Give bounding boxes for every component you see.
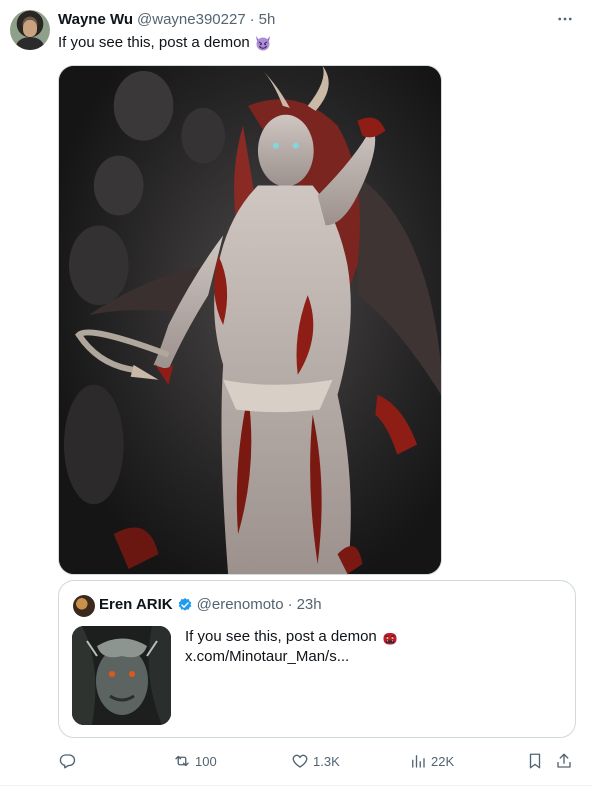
views-button[interactable]: 22K [409,748,454,774]
tweet-media-image[interactable] [58,65,442,575]
retweet-icon [175,755,189,767]
tweet-actions-bar: 100 1.3K 22K [58,748,580,774]
author-handle[interactable]: @wayne390227 [137,11,246,28]
author-name[interactable]: Wayne Wu [58,11,133,28]
quote-author-handle: @erenomoto [196,596,284,613]
avatar-face [23,20,37,37]
quote-time: 23h [296,596,322,613]
tweet-time[interactable]: 5h [259,11,276,28]
quote-text-line-1: If you see this, post a demon [185,627,399,647]
quote-author-name: Eren ARIK [99,596,173,613]
ogre-emoji-icon [383,631,397,645]
share-upload-icon [557,753,571,768]
quote-separator-dot: · [287,596,293,613]
avatar-body [16,37,44,50]
dark-creature-thumbnail-icon [72,626,171,725]
heart-icon [292,754,308,768]
like-count: 1.3K [313,753,340,769]
tweet-text: If you see this, post a demon [58,33,272,53]
separator-dot: · [249,11,255,28]
quoted-tweet[interactable]: Eren ARIK @erenomoto · 23h If you see th… [58,580,576,738]
retweet-count: 100 [195,753,217,769]
tweet-header: Wayne Wu @wayne390227 · 5h [58,11,275,29]
quote-link-text: x.com/Minotaur_Man/s... [185,648,350,665]
tweet-text-content: If you see this, post a demon [58,34,250,51]
smiling-devil-emoji-icon [255,36,270,51]
quote-author-avatar [73,595,95,617]
author-avatar[interactable] [10,10,50,50]
bookmark-button[interactable] [526,748,544,774]
retweet-button[interactable]: 100 [173,748,217,774]
views-chart-icon [412,755,425,768]
verified-badge-icon [178,597,191,611]
like-button[interactable]: 1.3K [291,748,340,774]
quote-text-content: If you see this, post a demon [185,628,377,645]
tweet[interactable]: Wayne Wu @wayne390227 · 5h If you see th… [0,0,592,786]
reply-bubble-icon [59,754,76,769]
quote-text-line-2: x.com/Minotaur_Man/s... [185,647,399,667]
share-button[interactable] [555,748,573,774]
views-count: 22K [431,753,455,769]
reply-button[interactable] [58,748,80,774]
quote-media-thumbnail [72,626,171,725]
more-options-button[interactable] [554,8,576,30]
demon-illustration-icon [59,66,441,574]
more-dots-icon [558,17,572,21]
quote-text: If you see this, post a demon x.com/Mino… [185,627,399,667]
quote-header: Eren ARIK @erenomoto · 23h [99,596,322,613]
bookmark-icon [529,753,541,769]
